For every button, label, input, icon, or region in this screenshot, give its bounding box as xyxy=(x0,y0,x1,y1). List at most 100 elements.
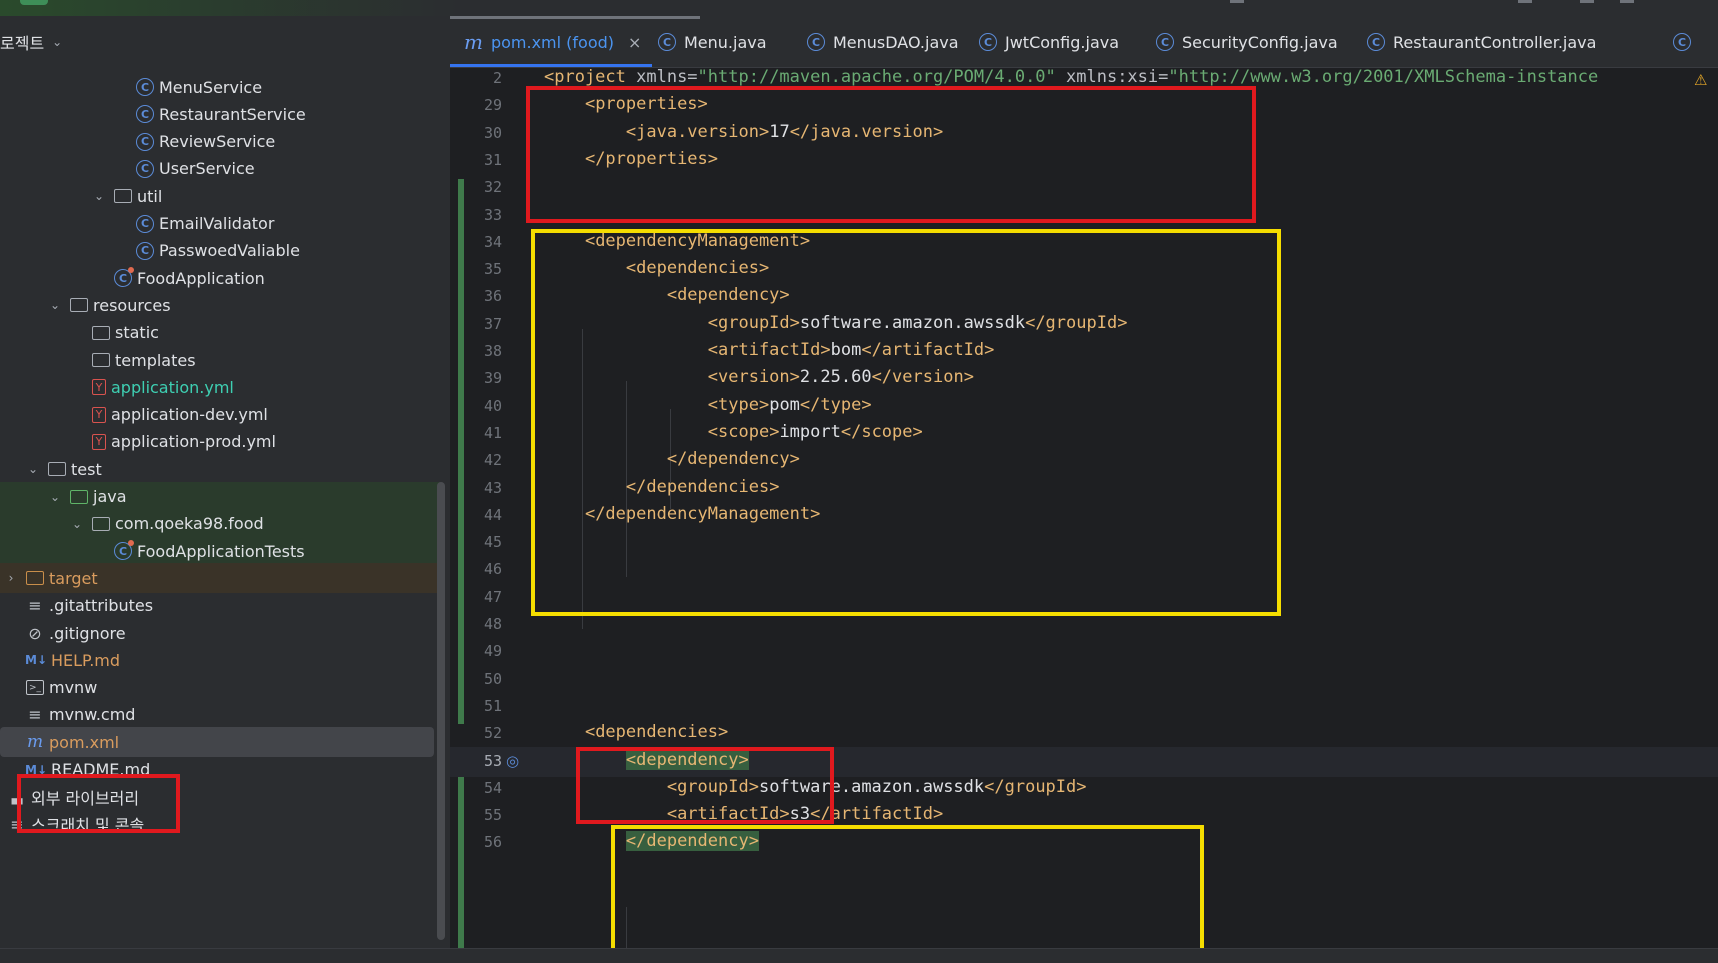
code-line[interactable]: <artifactId>bom</artifactId> xyxy=(544,340,995,360)
code-line[interactable]: <properties> xyxy=(544,94,708,114)
code-line[interactable]: <dependencyManagement> xyxy=(544,231,810,251)
tab-label: pom.xml (food) xyxy=(490,32,615,52)
line-number: 51 xyxy=(483,696,502,715)
tree-item[interactable]: C PasswoedValiable xyxy=(0,236,440,266)
tree-item-label: .gitignore xyxy=(49,623,126,643)
tree-item[interactable]: >_ mvnw xyxy=(0,673,440,703)
code-line[interactable]: <scope>import</scope> xyxy=(544,422,923,442)
code-line[interactable]: <dependency> xyxy=(544,749,749,770)
warning-triangle-icon[interactable]: ⚠ xyxy=(1694,71,1707,89)
code-line[interactable]: <artifactId>s3</artifactId> xyxy=(544,804,943,824)
project-tool-window: 로젝트 ⌄ C MenuService C RestaurantService C Rev… xyxy=(0,16,450,948)
tree-item-label: mvnw xyxy=(49,678,98,698)
tree-item[interactable]: Yapplication-dev.yml xyxy=(0,400,440,430)
text-lines-icon: ≡ xyxy=(28,705,42,725)
tree-item[interactable]: static xyxy=(0,318,440,348)
code-line[interactable]: </dependencyManagement> xyxy=(544,504,820,524)
tree-item[interactable]: C ReviewService xyxy=(0,127,440,157)
tree-item[interactable]: templates xyxy=(0,345,440,375)
project-view-header[interactable]: 로젝트 ⌄ xyxy=(0,16,450,68)
line-number: 39 xyxy=(483,369,502,388)
chevron-down-icon[interactable]: ⌄ xyxy=(48,490,62,504)
tree-item[interactable]: C EmailValidator xyxy=(0,209,440,239)
code-line[interactable]: <groupId>software.amazon.awssdk</groupId… xyxy=(544,777,1087,797)
code-line[interactable]: <dependency> xyxy=(544,285,790,305)
tree-item-selected[interactable]: m pom.xml xyxy=(0,727,434,758)
tree-item[interactable]: ⊘ .gitignore xyxy=(0,618,440,648)
yaml-icon: Y xyxy=(92,433,106,450)
ignore-icon: ⊘ xyxy=(28,623,42,643)
tree-item[interactable]: C RestaurantService xyxy=(0,99,440,129)
code-line[interactable]: </dependency> xyxy=(544,449,800,469)
line-number: 50 xyxy=(483,669,502,688)
tree-item[interactable]: › target xyxy=(0,563,440,594)
chevron-down-icon[interactable]: ⌄ xyxy=(92,189,106,203)
tree-item-label: application-prod.yml xyxy=(111,432,276,452)
toolbar-icon[interactable] xyxy=(1580,0,1594,3)
tree-item[interactable]: ⌄ java xyxy=(0,481,440,512)
tab-overflow[interactable]: C xyxy=(1673,16,1699,68)
toolbar-icon[interactable] xyxy=(1230,0,1244,3)
code-line[interactable]: <dependencies> xyxy=(544,258,769,278)
tree-item[interactable]: M↓ README.md xyxy=(0,755,440,785)
chevron-down-icon[interactable]: ⌄ xyxy=(48,298,62,312)
code-line[interactable]: <project xmlns="http://maven.apache.org/… xyxy=(544,69,1598,87)
tree-item-label: HELP.md xyxy=(51,650,121,670)
line-number: 47 xyxy=(483,587,502,606)
tab-securityconfig-java[interactable]: C SecurityConfig.java xyxy=(1156,16,1338,68)
tab-label: MenusDAO.java xyxy=(833,32,959,52)
code-line[interactable]: <version>2.25.60</version> xyxy=(544,367,974,387)
sidebar-scrollbar[interactable] xyxy=(437,482,445,940)
tab-menusdao-java[interactable]: C MenusDAO.java xyxy=(807,16,959,68)
toolbar-icon[interactable] xyxy=(1518,0,1532,3)
tree-item-label: pom.xml xyxy=(49,732,120,752)
chevron-down-icon[interactable]: ⌄ xyxy=(26,462,40,476)
tree-item[interactable]: ≡ .gitattributes xyxy=(0,591,440,621)
tree-item[interactable]: C MenuService xyxy=(0,72,440,102)
code-line[interactable]: </dependency> xyxy=(544,831,759,852)
tree-item[interactable]: ≡ 스크래치 및 콘솔 xyxy=(0,809,440,839)
override-arrow-icon[interactable]: ◎ xyxy=(506,752,519,770)
code-editor[interactable]: 2 <project xmlns="http://maven.apache.org… xyxy=(450,69,1718,948)
tree-item[interactable]: ⌄ util xyxy=(0,181,440,211)
chevron-right-icon[interactable]: › xyxy=(4,571,18,585)
class-icon: C xyxy=(1367,33,1385,51)
line-number: 41 xyxy=(483,423,502,442)
folder-icon xyxy=(92,325,110,340)
tree-item[interactable]: Yapplication.yml xyxy=(0,372,440,402)
library-icon: ▃ xyxy=(11,788,23,805)
app-logo-icon[interactable] xyxy=(20,0,48,5)
tab-menu-java[interactable]: C Menu.java xyxy=(658,16,767,68)
close-icon[interactable]: × xyxy=(628,33,641,52)
tree-item-label: java xyxy=(93,487,127,506)
tree-item[interactable]: C FoodApplication xyxy=(0,263,440,293)
spring-app-class-icon: C xyxy=(114,267,134,288)
tree-item[interactable]: ⌄ com.qoeka98.food xyxy=(0,508,440,539)
class-icon: C xyxy=(136,214,154,233)
tree-item[interactable]: ⌄ test xyxy=(0,454,440,484)
tree-item[interactable]: ≡ mvnw.cmd xyxy=(0,700,440,730)
tree-item[interactable]: Yapplication-prod.yml xyxy=(0,427,440,457)
test-folder-icon xyxy=(70,489,88,504)
class-icon: C xyxy=(979,33,997,51)
code-line[interactable]: <java.version>17</java.version> xyxy=(544,122,943,142)
tab-pom-xml[interactable]: m pom.xml (food) × xyxy=(464,16,641,68)
tab-jwtconfig-java[interactable]: C JwtConfig.java xyxy=(979,16,1119,68)
line-number: 34 xyxy=(483,232,502,251)
excluded-folder-icon xyxy=(26,571,44,586)
tree-item[interactable]: C FoodApplicationTests xyxy=(0,536,440,567)
tree-item[interactable]: M↓ HELP.md xyxy=(0,645,440,675)
tree-item[interactable]: C UserService xyxy=(0,154,440,184)
toolbar-icon[interactable] xyxy=(1620,0,1634,3)
chevron-down-icon[interactable]: ⌄ xyxy=(52,35,62,49)
code-line[interactable]: </dependencies> xyxy=(544,477,780,497)
code-line[interactable]: <type>pom</type> xyxy=(544,395,872,415)
code-line[interactable]: <groupId>software.amazon.awssdk</groupId… xyxy=(544,313,1128,333)
chevron-down-icon[interactable]: ⌄ xyxy=(70,517,84,531)
code-line[interactable]: </properties> xyxy=(544,149,718,169)
tree-item[interactable]: ⌄ resources xyxy=(0,290,440,320)
tree-item[interactable]: ▃ 외부 라이브러리 xyxy=(0,782,440,812)
tree-item-label: mvnw.cmd xyxy=(49,705,136,725)
code-line[interactable]: <dependencies> xyxy=(544,722,728,742)
tab-restaurantcontroller-java[interactable]: C RestaurantController.java xyxy=(1367,16,1596,68)
